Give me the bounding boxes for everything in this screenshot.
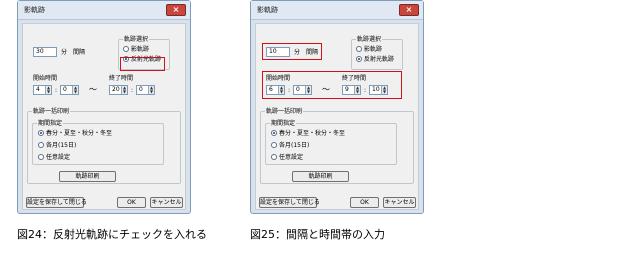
radio-equinox-solstice[interactable]: 春分・夏至・秋分・冬至	[271, 130, 345, 137]
spin-arrows-icon[interactable]: ▲ ▼	[72, 86, 78, 94]
radio-dot-selected-icon	[38, 130, 44, 136]
title-bar: 影軌跡 ×	[18, 1, 190, 20]
figure-caption: 図25：間隔と時間帯の入力	[250, 228, 385, 241]
spin-arrows-icon[interactable]: ▲ ▼	[148, 86, 154, 94]
page: 影軌跡 × 30 分 間隔 軌跡選択 影軌跡 反射光軌跡 開始時間 終了時間 4…	[0, 0, 640, 255]
radio-label: 影軌跡	[364, 46, 383, 53]
start-minute-spinner[interactable]: 0 ▲ ▼	[60, 85, 79, 95]
spin-arrows-icon[interactable]: ▲ ▼	[45, 86, 51, 94]
radio-dot-icon	[38, 154, 44, 160]
period-group: 期間指定 春分・夏至・秋分・冬至 各月(15日) 任意設定	[32, 120, 164, 165]
spinner-value: 0	[63, 86, 67, 93]
end-minute-spinner[interactable]: 0 ▲ ▼	[136, 85, 155, 95]
radio-dot-icon	[38, 142, 44, 148]
shadow-track-dialog: 影軌跡 × 10 分 間隔 軌跡選択 影軌跡 反射光軌跡 開始時間 終了時間 6…	[250, 0, 424, 214]
spinner-value: 4	[36, 86, 40, 93]
radio-label: 春分・夏至・秋分・冬至	[279, 130, 346, 137]
batch-print-group: 軌跡一括印刷 期間指定 春分・夏至・秋分・冬至 各月(15日) 任意設定 軌跡印…	[260, 108, 414, 184]
shadow-track-dialog: 影軌跡 × 30 分 間隔 軌跡選択 影軌跡 反射光軌跡 開始時間 終了時間 4…	[17, 0, 191, 214]
radio-shadow-track[interactable]: 影軌跡	[123, 46, 149, 53]
track-print-button[interactable]: 軌跡印刷	[292, 171, 349, 182]
radio-custom[interactable]: 任意設定	[271, 154, 303, 161]
radio-dot-icon	[271, 154, 277, 160]
period-title: 期間指定	[270, 120, 297, 127]
window-title: 影軌跡	[24, 6, 45, 14]
end-time-label: 終了時間	[109, 75, 134, 82]
radio-dot-icon	[271, 142, 277, 148]
reflected-track-highlight	[120, 57, 165, 71]
radio-monthly[interactable]: 各月(15日)	[38, 142, 76, 149]
track-select-title: 軌跡選択	[356, 36, 383, 43]
radio-custom[interactable]: 任意設定	[38, 154, 70, 161]
radio-equinox-solstice[interactable]: 春分・夏至・秋分・冬至	[38, 130, 112, 137]
range-tilde: 〜	[89, 85, 97, 94]
radio-label: 各月(15日)	[46, 142, 77, 149]
radio-label: 各月(15日)	[279, 142, 310, 149]
track-print-button[interactable]: 軌跡印刷	[59, 171, 116, 182]
ok-button[interactable]: OK	[350, 197, 379, 208]
batch-print-group: 軌跡一括印刷 期間指定 春分・夏至・秋分・冬至 各月(15日) 任意設定 軌跡印…	[27, 108, 181, 184]
period-group: 期間指定 春分・夏至・秋分・冬至 各月(15日) 任意設定	[265, 120, 397, 165]
interval-highlight	[262, 43, 322, 60]
ok-button[interactable]: OK	[117, 197, 146, 208]
radio-dot-selected-icon	[271, 130, 277, 136]
time-range-highlight	[262, 71, 402, 99]
save-and-close-button[interactable]: 設定を保存して閉じる	[259, 197, 320, 208]
radio-label: 影軌跡	[131, 46, 150, 53]
radio-label: 反射光軌跡	[364, 56, 395, 63]
period-title: 期間指定	[37, 120, 64, 127]
track-select-title: 軌跡選択	[123, 36, 150, 43]
radio-monthly[interactable]: 各月(15日)	[271, 142, 309, 149]
radio-label: 任意設定	[46, 154, 71, 161]
spinner-value: 0	[139, 86, 143, 93]
end-hour-spinner[interactable]: 20 ▲ ▼	[109, 85, 128, 95]
radio-dot-icon	[356, 46, 362, 52]
window-title: 影軌跡	[257, 6, 278, 14]
track-select-group: 軌跡選択 影軌跡 反射光軌跡	[351, 36, 403, 70]
dialog-client: 30 分 間隔 軌跡選択 影軌跡 反射光軌跡 開始時間 終了時間 4 ▲ ▼ : 0…	[22, 23, 186, 210]
save-and-close-button[interactable]: 設定を保存して閉じる	[26, 197, 87, 208]
interval-unit-label: 分	[61, 49, 68, 56]
spin-arrows-icon[interactable]: ▲ ▼	[121, 86, 127, 94]
batch-print-title: 軌跡一括印刷	[32, 108, 71, 115]
interval-input[interactable]: 30	[33, 47, 57, 57]
dialog-client: 10 分 間隔 軌跡選択 影軌跡 反射光軌跡 開始時間 終了時間 6 ▲ ▼ : 0…	[255, 23, 419, 210]
radio-dot-selected-icon	[356, 56, 362, 62]
start-hour-spinner[interactable]: 4 ▲ ▼	[33, 85, 52, 95]
radio-shadow-track[interactable]: 影軌跡	[356, 46, 382, 53]
start-time-label: 開始時間	[33, 75, 58, 82]
interval-label: 間隔	[73, 49, 86, 56]
radio-label: 春分・夏至・秋分・冬至	[46, 130, 113, 137]
cancel-button[interactable]: キャンセル	[150, 197, 183, 208]
spinner-value: 20	[112, 86, 120, 93]
batch-print-title: 軌跡一括印刷	[265, 108, 304, 115]
close-button[interactable]: ×	[399, 4, 419, 16]
cancel-button[interactable]: キャンセル	[383, 197, 416, 208]
radio-dot-icon	[123, 46, 129, 52]
close-button[interactable]: ×	[166, 4, 186, 16]
radio-reflected-track[interactable]: 反射光軌跡	[356, 56, 394, 63]
figure-caption: 図24：反射光軌跡にチェックを入れる	[17, 228, 207, 241]
title-bar: 影軌跡 ×	[251, 1, 423, 20]
radio-label: 任意設定	[279, 154, 304, 161]
